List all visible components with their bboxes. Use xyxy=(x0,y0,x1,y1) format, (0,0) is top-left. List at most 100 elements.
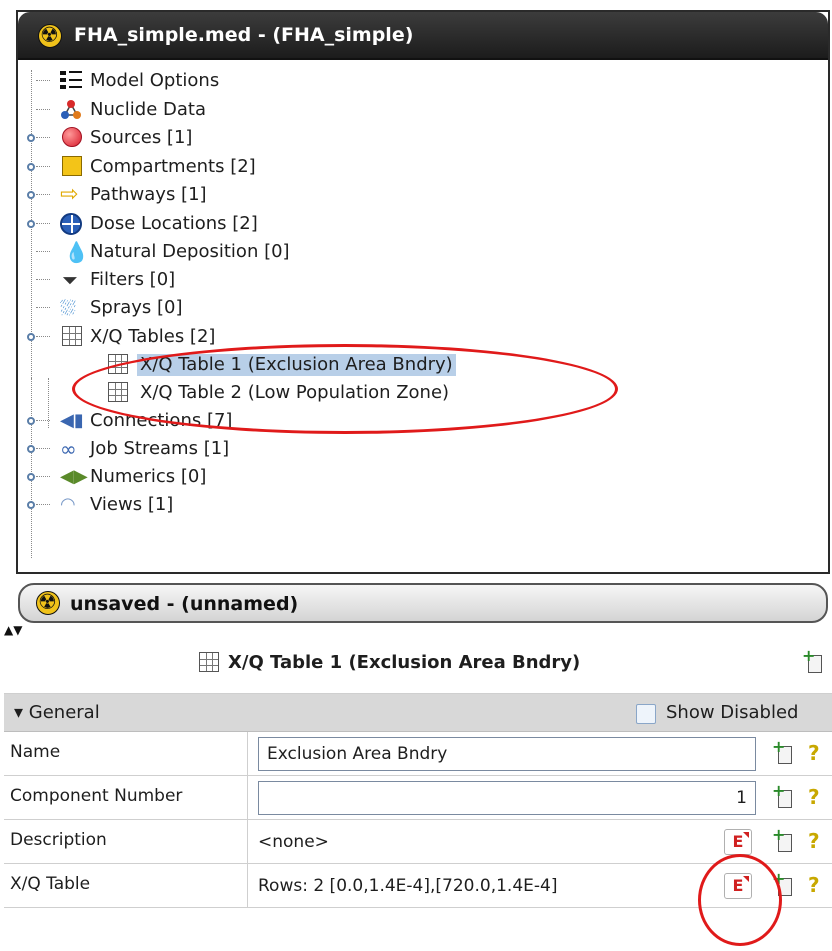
tree-item-model-options[interactable]: Model Options xyxy=(18,66,718,94)
property-value-cell: <none> E xyxy=(248,820,768,864)
tree-item-label: Sprays [0] xyxy=(90,297,183,318)
model-window-titlebar[interactable]: FHA_simple.med - (FHA_simple) xyxy=(18,12,828,58)
add-property-icon[interactable] xyxy=(772,781,794,809)
tree-item-label: Job Streams [1] xyxy=(90,438,230,459)
tree-item-views[interactable]: ◠ Views [1] xyxy=(18,490,718,518)
property-value-cell: Rows: 2 [0.0,1.4E-4],[720.0,1.4E-4] E xyxy=(248,864,768,908)
collapse-handle-icon[interactable] xyxy=(27,333,35,341)
tree-connector xyxy=(36,194,50,195)
help-icon[interactable]: ? xyxy=(808,873,820,897)
tree-connector xyxy=(36,109,50,110)
property-name-label: Component Number xyxy=(4,776,248,820)
help-icon[interactable]: ? xyxy=(808,741,820,765)
table-grid-icon xyxy=(108,382,128,402)
property-name-label: Name xyxy=(4,732,248,776)
expand-handle-icon[interactable] xyxy=(27,473,35,481)
tree-item-label: Filters [0] xyxy=(90,269,176,290)
tree-item-xq-table-1[interactable]: X/Q Table 1 (Exclusion Area Bndry) xyxy=(18,350,718,378)
tree-connector xyxy=(36,420,50,421)
model-tree: Model Options Nuclide Data Sources [1] C… xyxy=(18,58,828,572)
tree-item-sprays[interactable]: ⛆ Sprays [0] xyxy=(18,293,718,321)
tree-connector xyxy=(36,166,50,167)
expand-handle-icon[interactable] xyxy=(27,445,35,453)
tree-item-sources[interactable]: Sources [1] xyxy=(18,123,718,151)
help-icon[interactable]: ? xyxy=(808,785,820,809)
property-row-component-number: Component Number 1 ? xyxy=(4,776,832,820)
tree-item-label: Compartments [2] xyxy=(90,156,256,177)
tree-item-connections[interactable]: ◀▮ Connections [7] xyxy=(18,406,718,434)
tree-item-label: Nuclide Data xyxy=(90,99,206,120)
show-disabled-label: Show Disabled xyxy=(666,702,799,723)
table-grid-icon xyxy=(108,354,128,374)
radiation-icon xyxy=(36,590,60,615)
property-row-description: Description <none> E ? xyxy=(4,820,832,864)
table-grid-icon xyxy=(199,652,219,672)
property-panel: X/Q Table 1 (Exclusion Area Bndry) ▾ Gen… xyxy=(4,636,832,950)
model-tree-window: FHA_simple.med - (FHA_simple) Model Opti… xyxy=(16,10,830,574)
filter-funnel-icon: ⏷ xyxy=(62,268,78,292)
tree-item-label: Natural Deposition [0] xyxy=(90,241,290,262)
tree-item-label: Pathways [1] xyxy=(90,184,207,205)
tree-item-nuclide-data[interactable]: Nuclide Data xyxy=(18,95,718,123)
nuclide-molecule-icon xyxy=(60,99,82,121)
unsaved-model-titlebar[interactable]: unsaved - (unnamed) xyxy=(18,583,828,623)
tree-item-compartments[interactable]: Compartments [2] xyxy=(18,152,718,180)
section-general[interactable]: ▾ General Show Disabled xyxy=(4,694,832,732)
property-value-cell: Exclusion Area Bndry xyxy=(248,732,768,776)
add-property-icon[interactable] xyxy=(772,737,794,765)
add-property-icon[interactable] xyxy=(772,869,794,897)
views-eye-icon: ◠ xyxy=(60,494,76,515)
section-general-label: ▾ General xyxy=(14,702,100,723)
expand-handle-icon[interactable] xyxy=(27,134,35,142)
tree-connector xyxy=(36,251,50,252)
spray-icon: ⛆ xyxy=(60,296,76,320)
tree-item-label: Views [1] xyxy=(90,494,174,515)
property-panel-title: X/Q Table 1 (Exclusion Area Bndry) xyxy=(228,652,581,673)
tree-connector xyxy=(36,448,50,449)
tree-connector xyxy=(36,307,50,308)
tree-connector xyxy=(36,476,50,477)
pathway-arrow-icon: ⇨ xyxy=(60,182,79,207)
list-options-icon xyxy=(60,70,82,92)
dose-location-crosshair-icon xyxy=(60,213,82,235)
radiation-icon xyxy=(38,23,62,48)
tree-connector xyxy=(36,137,50,138)
connection-plug-icon: ◀▮ xyxy=(60,410,84,431)
tree-connector xyxy=(36,80,50,81)
tree-item-xq-tables[interactable]: X/Q Tables [2] xyxy=(18,322,718,350)
tree-item-filters[interactable]: ⏷ Filters [0] xyxy=(18,265,718,293)
compartment-yellow-square-icon xyxy=(62,156,82,176)
tree-item-natural-deposition[interactable]: 💧 Natural Deposition [0] xyxy=(18,237,718,265)
job-stream-icon: ∞ xyxy=(60,437,77,461)
tree-item-numerics[interactable]: ◀▶ Numerics [0] xyxy=(18,462,718,490)
expand-handle-icon[interactable] xyxy=(27,501,35,509)
tree-item-xq-table-2[interactable]: X/Q Table 2 (Low Population Zone) xyxy=(18,378,718,406)
tree-item-dose-locations[interactable]: Dose Locations [2] xyxy=(18,209,718,237)
show-disabled-checkbox[interactable] xyxy=(636,704,656,724)
help-icon[interactable]: ? xyxy=(808,829,820,853)
tree-item-pathways[interactable]: ⇨ Pathways [1] xyxy=(18,180,718,208)
component-number-input[interactable]: 1 xyxy=(258,781,756,815)
tree-item-label: Sources [1] xyxy=(90,127,193,148)
tree-connector xyxy=(36,504,50,505)
numerics-icon: ◀▶ xyxy=(60,466,88,487)
table-grid-icon xyxy=(62,326,82,346)
name-input[interactable]: Exclusion Area Bndry xyxy=(258,737,756,771)
source-red-circle-icon xyxy=(62,127,82,147)
property-row-name: Name Exclusion Area Bndry ? xyxy=(4,732,832,776)
model-window-title: FHA_simple.med - (FHA_simple) xyxy=(74,24,414,46)
xq-table-value: Rows: 2 [0.0,1.4E-4],[720.0,1.4E-4] xyxy=(258,876,558,896)
expand-handle-icon[interactable] xyxy=(27,417,35,425)
unsaved-model-title: unsaved - (unnamed) xyxy=(70,593,299,615)
tree-item-label: Connections [7] xyxy=(90,410,233,431)
expand-handle-icon[interactable] xyxy=(27,191,35,199)
expand-handle-icon[interactable] xyxy=(27,220,35,228)
split-pane-arrows-icon[interactable]: ▲▼ xyxy=(4,624,22,636)
description-editor-button[interactable]: E xyxy=(724,829,752,855)
tree-item-job-streams[interactable]: ∞ Job Streams [1] xyxy=(18,434,718,462)
xq-table-editor-button[interactable]: E xyxy=(724,873,752,899)
tree-item-label: X/Q Table 2 (Low Population Zone) xyxy=(140,382,450,403)
add-property-icon[interactable] xyxy=(772,825,794,853)
add-property-icon[interactable] xyxy=(802,646,824,674)
expand-handle-icon[interactable] xyxy=(27,163,35,171)
